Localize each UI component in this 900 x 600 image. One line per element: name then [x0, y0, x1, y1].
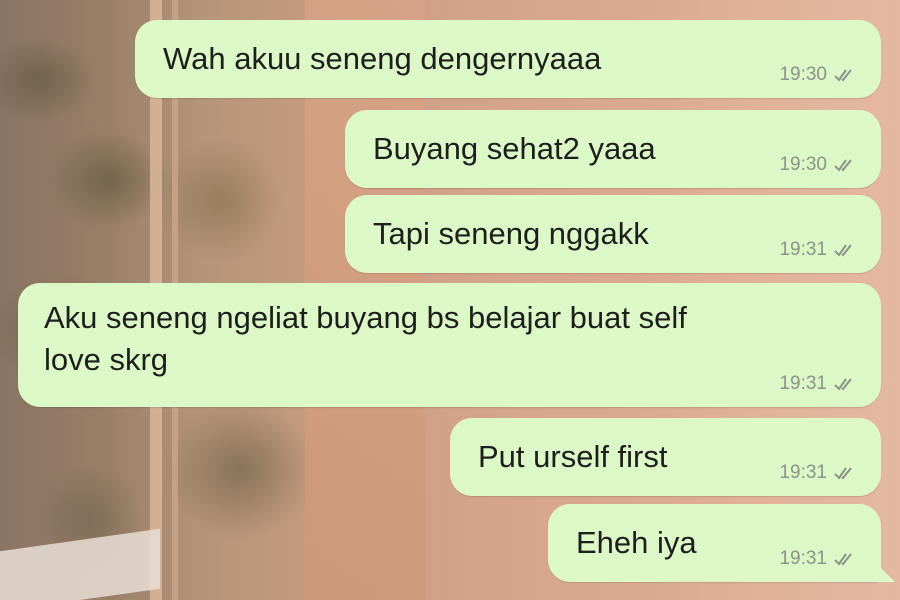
message-time: 19:31	[779, 373, 827, 394]
double-check-icon	[834, 553, 852, 566]
message-text: Aku seneng ngeliat buyang bs belajar bua…	[44, 300, 687, 377]
double-check-icon	[834, 378, 852, 391]
double-check-icon	[834, 467, 852, 480]
message-time: 19:31	[779, 462, 827, 483]
chat-message-list[interactable]: Wah akuu seneng dengernyaaa 19:30 Buyang…	[0, 0, 900, 600]
message-time: 19:30	[779, 154, 827, 175]
message-bubble-outgoing[interactable]: Put urself first 19:31	[450, 418, 881, 496]
message-text: Buyang sehat2 yaaa	[373, 131, 656, 166]
message-meta: 19:31	[779, 239, 857, 261]
message-text: Put urself first	[478, 439, 668, 474]
message-time: 19:30	[779, 64, 827, 85]
double-check-icon	[834, 159, 852, 172]
message-meta: 19:31	[779, 373, 857, 395]
message-bubble-outgoing[interactable]: Buyang sehat2 yaaa 19:30	[345, 110, 881, 188]
double-check-icon	[834, 244, 852, 257]
message-meta: 19:30	[779, 64, 857, 86]
message-bubble-outgoing[interactable]: Tapi seneng nggakk 19:31	[345, 195, 881, 273]
message-time: 19:31	[779, 239, 827, 260]
message-text: Eheh iya	[576, 525, 697, 560]
message-bubble-outgoing[interactable]: Wah akuu seneng dengernyaaa 19:30	[135, 20, 881, 98]
message-meta: 19:30	[779, 154, 857, 176]
message-time: 19:31	[779, 548, 827, 569]
message-bubble-outgoing[interactable]: Aku seneng ngeliat buyang bs belajar bua…	[18, 283, 881, 407]
message-bubble-outgoing[interactable]: Eheh iya 19:31	[548, 504, 895, 582]
message-meta: 19:31	[779, 548, 857, 570]
bubble-tail	[873, 560, 895, 582]
message-meta: 19:31	[779, 462, 857, 484]
message-text: Tapi seneng nggakk	[373, 216, 649, 251]
double-check-icon	[834, 69, 852, 82]
message-text: Wah akuu seneng dengernyaaa	[163, 41, 602, 76]
